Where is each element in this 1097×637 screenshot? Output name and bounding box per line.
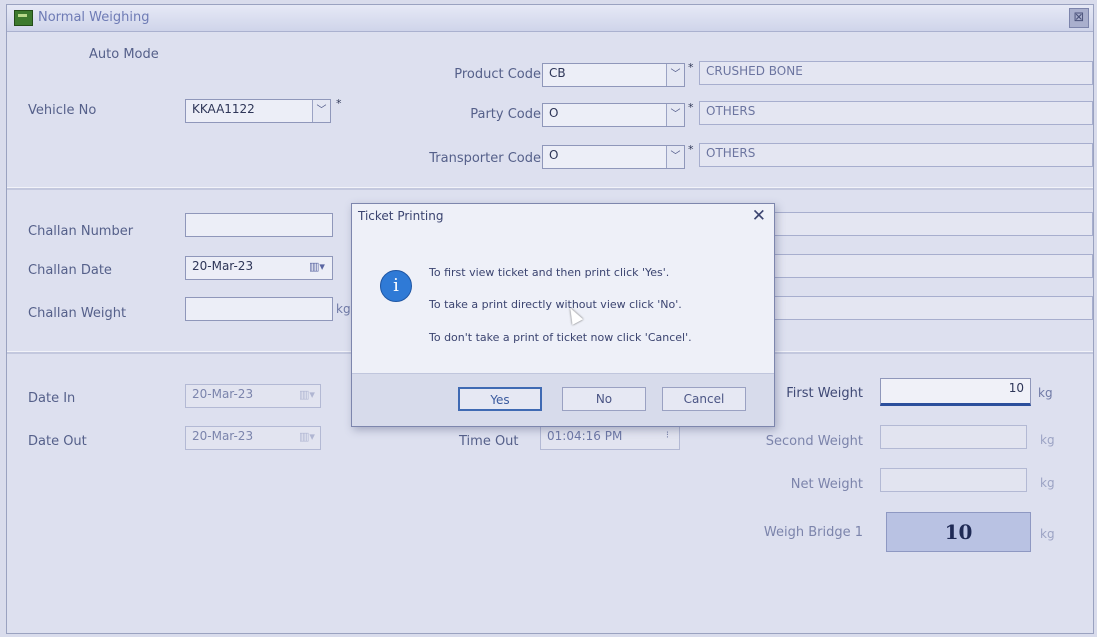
- chevron-down-icon[interactable]: ﹀: [666, 104, 684, 126]
- dialog-message-yes: To first view ticket and then print clic…: [429, 266, 670, 279]
- calendar-icon[interactable]: ▥▾: [306, 258, 328, 276]
- challan-date-picker[interactable]: 20-Mar-23 ▥▾: [185, 256, 333, 280]
- required-mark: *: [336, 97, 342, 110]
- first-weight-field[interactable]: 10: [880, 378, 1031, 406]
- mode-label: Auto Mode: [89, 47, 159, 62]
- first-weight-unit: kg: [1038, 386, 1053, 400]
- required-mark: *: [688, 61, 694, 74]
- weigh-bridge-unit: kg: [1040, 527, 1055, 541]
- transporter-code-label: Transporter Code: [429, 151, 541, 166]
- required-mark: *: [688, 101, 694, 114]
- chevron-down-icon[interactable]: ﹀: [666, 146, 684, 168]
- date-out-value: 20-Mar-23: [192, 429, 254, 443]
- scale-app-icon: [14, 10, 33, 26]
- net-weight-label: Net Weight: [790, 477, 863, 492]
- net-weight-field: [880, 468, 1027, 492]
- date-in-picker[interactable]: 20-Mar-23 ▥▾: [185, 384, 321, 408]
- dialog-title: Ticket Printing: [358, 209, 444, 223]
- transporter-name-field: OTHERS: [699, 143, 1093, 167]
- challan-date-value: 20-Mar-23: [192, 259, 254, 273]
- transporter-code-select[interactable]: O ﹀: [542, 145, 685, 169]
- party-code-label: Party Code: [470, 107, 541, 122]
- dialog-button-bar: Yes No Cancel: [352, 373, 774, 426]
- party-name-field: OTHERS: [699, 101, 1093, 125]
- challan-number-label: Challan Number: [28, 224, 134, 239]
- challan-number-input[interactable]: [185, 213, 333, 237]
- no-button[interactable]: No: [562, 387, 646, 411]
- calendar-icon[interactable]: ▥▾: [296, 386, 318, 404]
- challan-weight-unit: kg: [336, 302, 351, 316]
- section-divider: [7, 187, 1093, 190]
- date-out-picker[interactable]: 20-Mar-23 ▥▾: [185, 426, 321, 450]
- challan-extra-field-1[interactable]: [773, 212, 1093, 236]
- chevron-down-icon[interactable]: ﹀: [666, 64, 684, 86]
- product-code-value: CB: [549, 66, 566, 80]
- date-in-value: 20-Mar-23: [192, 387, 254, 401]
- window-title: Normal Weighing: [38, 10, 150, 25]
- challan-weight-input[interactable]: [185, 297, 333, 321]
- challan-extra-field-2[interactable]: [773, 254, 1093, 278]
- required-mark: *: [688, 143, 694, 156]
- second-weight-field: [880, 425, 1027, 449]
- info-icon: i: [380, 270, 412, 302]
- vehicle-no-select[interactable]: KKAA1122 ﹀: [185, 99, 331, 123]
- date-in-label: Date In: [28, 391, 76, 406]
- dialog-message-cancel: To don't take a print of ticket now clic…: [429, 331, 692, 344]
- chevron-down-icon[interactable]: ﹀: [312, 100, 330, 122]
- calendar-icon[interactable]: ▥▾: [296, 428, 318, 446]
- second-weight-unit: kg: [1040, 433, 1055, 447]
- weigh-bridge-label: Weigh Bridge 1: [763, 525, 863, 540]
- product-code-label: Product Code: [454, 67, 541, 82]
- challan-weight-label: Challan Weight: [28, 306, 127, 321]
- cancel-button[interactable]: Cancel: [662, 387, 746, 411]
- weigh-bridge-display: 10: [886, 512, 1031, 552]
- spinner-icon[interactable]: ⁝: [666, 430, 669, 441]
- time-out-value: 01:04:16 PM: [547, 429, 623, 443]
- challan-date-label: Challan Date: [28, 263, 112, 278]
- title-bar: Normal Weighing ⊠: [7, 5, 1093, 32]
- time-out-picker[interactable]: 01:04:16 PM ⁝: [540, 426, 680, 450]
- second-weight-label: Second Weight: [765, 434, 863, 449]
- product-code-select[interactable]: CB ﹀: [542, 63, 685, 87]
- date-out-label: Date Out: [28, 434, 87, 449]
- yes-button[interactable]: Yes: [458, 387, 542, 411]
- vehicle-no-label: Vehicle No: [28, 103, 97, 118]
- net-weight-unit: kg: [1040, 476, 1055, 490]
- transporter-code-value: O: [549, 148, 559, 162]
- party-code-value: O: [549, 106, 559, 120]
- time-out-label: Time Out: [459, 434, 519, 449]
- dialog-message-no: To take a print directly without view cl…: [429, 298, 682, 311]
- challan-extra-field-3[interactable]: [773, 296, 1093, 320]
- party-code-select[interactable]: O ﹀: [542, 103, 685, 127]
- product-name-field: CRUSHED BONE: [699, 61, 1093, 85]
- window-close-button[interactable]: ⊠: [1069, 8, 1089, 28]
- ticket-printing-dialog: Ticket Printing ✕ i To first view ticket…: [351, 203, 775, 427]
- dialog-close-icon[interactable]: ✕: [752, 206, 766, 226]
- vehicle-no-value: KKAA1122: [192, 102, 255, 116]
